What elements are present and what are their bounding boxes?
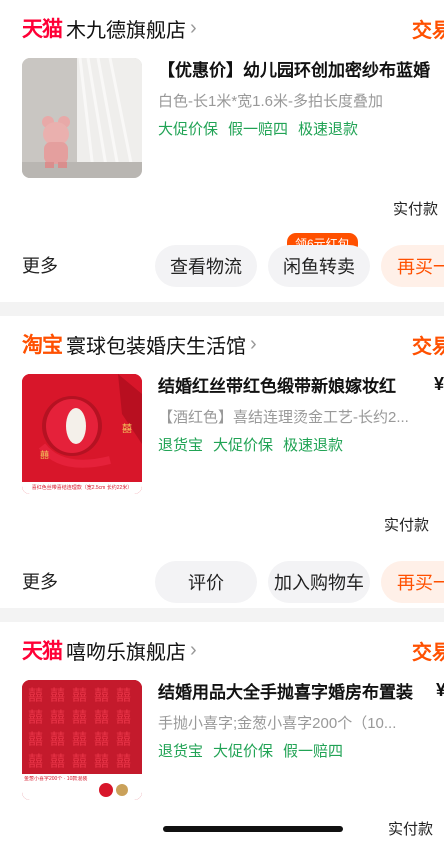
review-button[interactable]: 评价 [155,561,257,603]
tag: 极速退款 [283,437,344,454]
tag: 假一赔四 [283,743,344,760]
service-tags: 大促价保 假一赔四 极速退款 [158,118,358,139]
shop-name[interactable]: 木九德旗舰店 [66,14,186,43]
shop-header[interactable]: 天猫 木九德旗舰店 › [22,14,197,42]
thumb-caption: 金葱小喜字200个 · 10款混装 [24,776,88,782]
svg-text:囍: 囍 [94,730,109,748]
product-thumbnail[interactable]: 囍 囍 喜红色丝带喜结连理款（宽2.5cm 长约22米） [22,374,142,494]
svg-text:囍: 囍 [116,686,131,704]
product-title[interactable]: 【优惠价】幼儿园环创加密纱布蓝婚 [158,56,430,81]
svg-text:囍: 囍 [28,708,43,726]
order-status: 交易 [412,20,444,42]
svg-text:囍: 囍 [72,708,87,726]
order-card: 淘宝 寰球包装婚庆生活馆 › 交易 囍 囍 喜红色丝带喜结连理款（宽2.5cm … [0,316,444,608]
paid-label: 实付款 [387,821,433,838]
svg-text:囍: 囍 [50,752,65,770]
svg-text:囍: 囍 [116,708,131,726]
view-logistics-button[interactable]: 查看物流 [155,245,257,287]
tag: 极速退款 [298,121,359,138]
thumb-caption: 喜红色丝带喜结连理款（宽2.5cm 长约22米） [31,485,133,491]
svg-text:囍: 囍 [50,686,65,704]
service-tags: 退货宝 大促价保 极速退款 [158,434,343,455]
product-spec: 【酒红色】喜结连理烫金工艺-长约2... [158,409,409,426]
svg-text:囍: 囍 [50,730,65,748]
home-indicator[interactable] [163,826,343,832]
tag: 大促价保 [213,743,274,760]
add-to-cart-button[interactable]: 加入购物车 [268,561,370,603]
more-button[interactable]: 更多 [22,252,58,278]
buy-again-button[interactable]: 再买一 [381,245,444,287]
tag: 大促价保 [213,437,274,454]
shop-header[interactable]: 淘宝 寰球包装婚庆生活馆 › [22,330,257,358]
order-status: 交易 [412,642,444,664]
chevron-right-icon[interactable]: › [190,639,197,662]
order-card: 天猫 嘻吻乐旗舰店 › 交易 囍囍囍囍囍 囍囍囍囍囍 囍囍囍囍囍 囍囍囍囍囍 金… [0,622,444,844]
shop-header[interactable]: 天猫 嘻吻乐旗舰店 › [22,636,197,664]
tag: 退货宝 [158,437,204,454]
svg-text:囍: 囍 [28,686,43,704]
bear-figurine-icon [22,58,142,178]
svg-text:囍: 囍 [28,752,43,770]
shop-name[interactable]: 嘻吻乐旗舰店 [66,636,186,665]
xianyu-resell-button[interactable]: 闲鱼转卖 [268,245,370,287]
product-thumbnail[interactable] [22,58,142,178]
svg-text:囍: 囍 [94,686,109,704]
svg-text:囍: 囍 [72,686,87,704]
red-ribbon-icon: 囍 囍 [22,374,142,494]
tag: 大促价保 [158,121,219,138]
buy-again-button[interactable]: 再买一 [381,561,444,603]
chevron-right-icon[interactable]: › [250,333,257,356]
svg-text:囍: 囍 [28,730,43,748]
paid-label: 实付款 [392,201,438,218]
svg-text:囍: 囍 [116,730,131,748]
tag: 假一赔四 [228,121,289,138]
tmall-logo: 天猫 [22,18,63,41]
tag: 退货宝 [158,743,204,760]
taobao-logo: 淘宝 [22,334,63,357]
price-symbol: ¥ [434,374,444,394]
product-title[interactable]: 结婚用品大全手抛喜字婚房布置装 [158,678,413,703]
shop-name[interactable]: 寰球包装婚庆生活馆 [66,330,246,359]
svg-text:囍: 囍 [122,422,132,435]
chevron-right-icon[interactable]: › [190,17,197,40]
paid-label: 实付款 [383,517,429,534]
product-thumbnail[interactable]: 囍囍囍囍囍 囍囍囍囍囍 囍囍囍囍囍 囍囍囍囍囍 金葱小喜字200个 · 10款混… [22,680,142,800]
price-symbol: ¥ [436,680,444,700]
svg-text:囍: 囍 [72,730,87,748]
order-card: 天猫 木九德旗舰店 › 交易 【优惠价】幼儿园环创加密纱布蓝婚 白色-长1米*宽… [0,0,444,302]
svg-text:囍: 囍 [50,708,65,726]
more-button[interactable]: 更多 [22,568,58,594]
svg-text:囍: 囍 [40,449,49,461]
product-spec: 手抛小喜字;金葱小喜字200个（10... [158,715,397,732]
product-title[interactable]: 结婚红丝带红色缎带新娘嫁妆红 [158,372,396,397]
tmall-logo: 天猫 [22,640,63,663]
product-spec: 白色-长1米*宽1.6米-多拍长度叠加 [158,93,384,110]
order-status: 交易 [412,336,444,358]
svg-text:囍: 囍 [94,752,109,770]
service-tags: 退货宝 大促价保 假一赔四 [158,740,343,761]
svg-text:囍: 囍 [72,752,87,770]
svg-text:囍: 囍 [94,708,109,726]
svg-text:囍: 囍 [116,752,131,770]
